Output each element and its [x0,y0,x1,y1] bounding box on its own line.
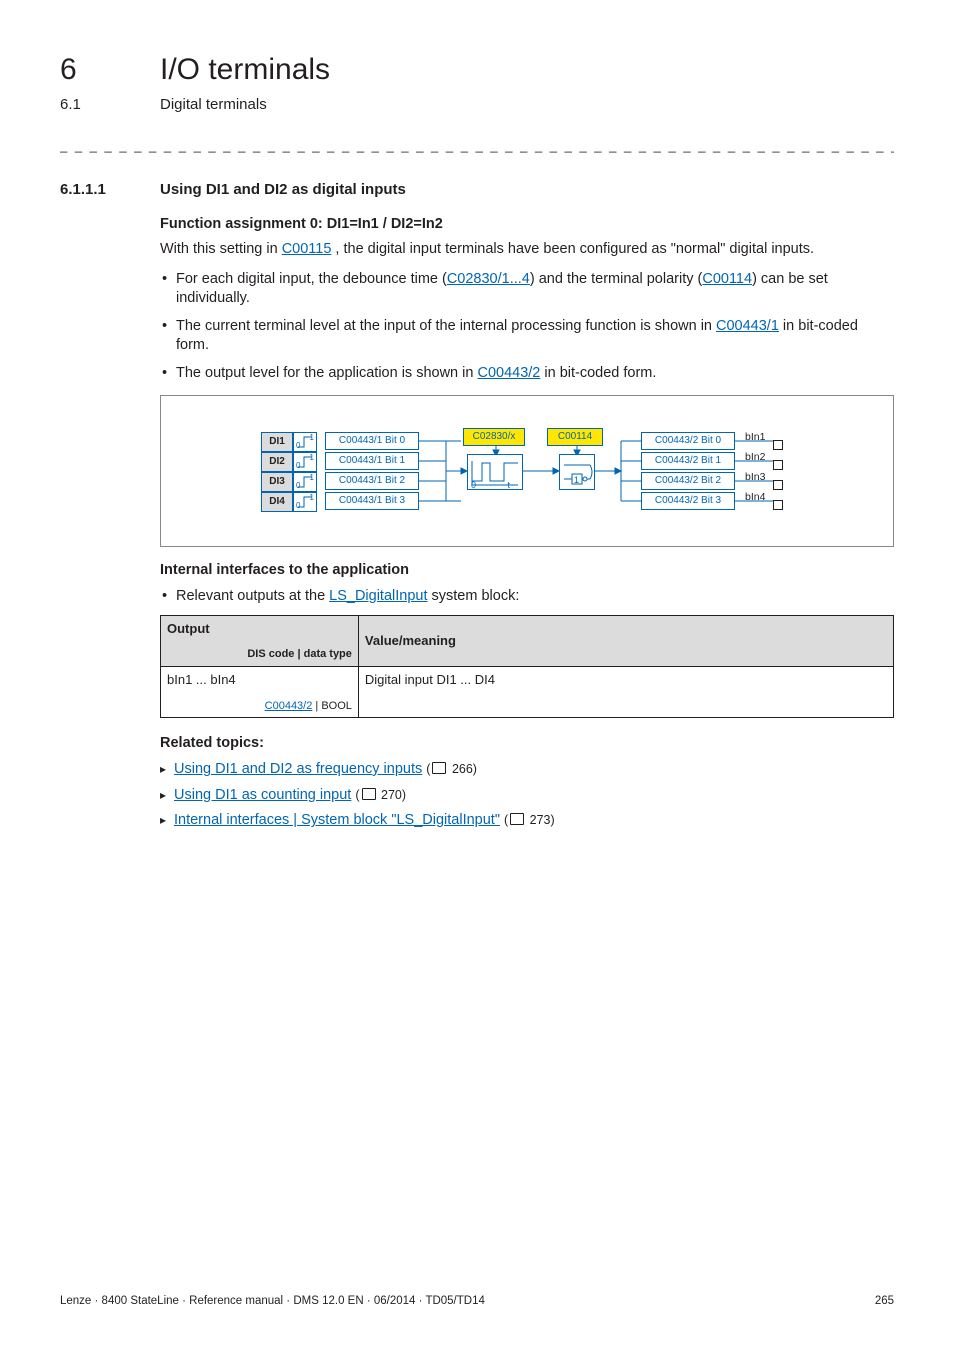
link-counting-input[interactable]: Using DI1 as counting input [174,787,351,803]
edge-icon: 10 [293,472,317,492]
th-output-label: Output [167,620,352,638]
edge-icon: 10 [293,452,317,472]
interfaces-table: Output DIS code | data type Value/meanin… [160,615,894,719]
section-number: 6.1 [60,95,120,115]
related-3-page: 273 [530,813,551,827]
iface-post: system block: [428,588,520,604]
book-icon [432,762,446,774]
td-output-name: bIn1 ... bIn4 [167,671,352,689]
out-bit-2: C00443/2 Bit 2 [641,472,735,490]
related-item-2: Using DI1 as counting input ( 270) [160,786,894,806]
port-icon [773,480,783,490]
page-number: 265 [875,1294,894,1310]
function-assignment-heading: Function assignment 0: DI1=In1 / DI2=In2 [160,215,894,235]
intro-paragraph: With this setting in C00115 , the digita… [160,240,894,260]
th-dis-label: DIS code | data type [167,647,352,662]
th-value: Value/meaning [358,615,893,666]
deb-axis-t: t [507,479,510,491]
link-freq-inputs[interactable]: Using DI1 and DI2 as frequency inputs [174,761,422,777]
link-c02830[interactable]: C02830/1...4 [447,271,530,287]
in-bit-2: C00443/1 Bit 2 [325,472,419,490]
td-value: Digital input DI1 ... DI4 [358,667,893,718]
out-label-bin2: bIn2 [745,450,765,464]
in-bit-0: C00443/1 Bit 0 [325,432,419,450]
book-icon [510,813,524,825]
related-item-3: Internal interfaces | System block "LS_D… [160,811,894,831]
b1-mid: ) and the terminal polarity ( [530,271,702,287]
intro-post: , the digital input terminals have been … [331,241,814,257]
intro-pre: With this setting in [160,241,282,257]
out-bit-1: C00443/2 Bit 1 [641,452,735,470]
related-item-1: Using DI1 and DI2 as frequency inputs ( … [160,760,894,780]
related-1-page: 266 [452,762,473,776]
out-bit-3: C00443/2 Bit 3 [641,492,735,510]
subsection-title: Using DI1 and DI2 as digital inputs [160,180,406,200]
polarity-icon: 1 [559,454,595,490]
footer-left: Lenze · 8400 StateLine · Reference manua… [60,1294,485,1310]
link-c00443-2-table[interactable]: C00443/2 [265,700,313,712]
section-title: Digital terminals [160,95,267,115]
related-heading: Related topics: [160,734,894,754]
iface-pre: Relevant outputs at the [176,588,329,604]
divider-dashes: _ _ _ _ _ _ _ _ _ _ _ _ _ _ _ _ _ _ _ _ … [60,137,894,155]
link-ls-digitalinput[interactable]: LS_DigitalInput [329,588,427,604]
b1-pre: For each digital input, the debounce tim… [176,271,447,287]
interfaces-bullet: Relevant outputs at the LS_DigitalInput … [160,587,894,607]
subsection-number: 6.1.1.1 [60,180,120,200]
out-label-bin4: bIn4 [745,490,765,504]
out-bit-0: C00443/2 Bit 0 [641,432,735,450]
chapter-number: 6 [60,50,120,91]
port-icon [773,440,783,450]
di1-box: DI1 [261,432,293,452]
link-c00115[interactable]: C00115 [282,241,332,257]
link-c00443-1[interactable]: C00443/1 [716,318,779,334]
di3-box: DI3 [261,472,293,492]
pol-one: 1 [574,474,579,486]
book-icon [362,788,376,800]
in-bit-3: C00443/1 Bit 3 [325,492,419,510]
link-c00443-2[interactable]: C00443/2 [477,365,540,381]
in-bit-1: C00443/1 Bit 1 [325,452,419,470]
interfaces-heading: Internal interfaces to the application [160,561,894,581]
bullet-output-level: The output level for the application is … [160,364,894,384]
link-c00114[interactable]: C00114 [702,271,752,287]
th-output: Output DIS code | data type [161,615,359,666]
param-c02830x: C02830/x [463,428,525,446]
bullet-debounce-polarity: For each digital input, the debounce tim… [160,270,894,309]
signal-diagram: DI1 DI2 DI3 DI4 10 10 10 10 [160,395,894,547]
di4-box: DI4 [261,492,293,512]
out-label-bin1: bIn1 [745,430,765,444]
td-output: bIn1 ... bIn4 C00443/2 | BOOL [161,667,359,718]
edge-icon: 10 [293,432,317,452]
b2-pre: The current terminal level at the input … [176,318,716,334]
bullet-input-level: The current terminal level at the input … [160,317,894,356]
deb-axis-zero: 0 [471,479,476,491]
out-label-bin3: bIn3 [745,470,765,484]
port-icon [773,500,783,510]
edge-icon: 10 [293,492,317,512]
b3-pre: The output level for the application is … [176,365,477,381]
param-c00114: C00114 [547,428,603,446]
b3-post: in bit-coded form. [540,365,656,381]
link-sysblock[interactable]: Internal interfaces | System block "LS_D… [174,812,500,828]
di2-box: DI2 [261,452,293,472]
chapter-title: I/O terminals [160,50,330,91]
related-2-page: 270 [381,788,402,802]
td-dis-post: | BOOL [312,700,352,712]
debounce-icon: 0 t [467,454,523,490]
port-icon [773,460,783,470]
